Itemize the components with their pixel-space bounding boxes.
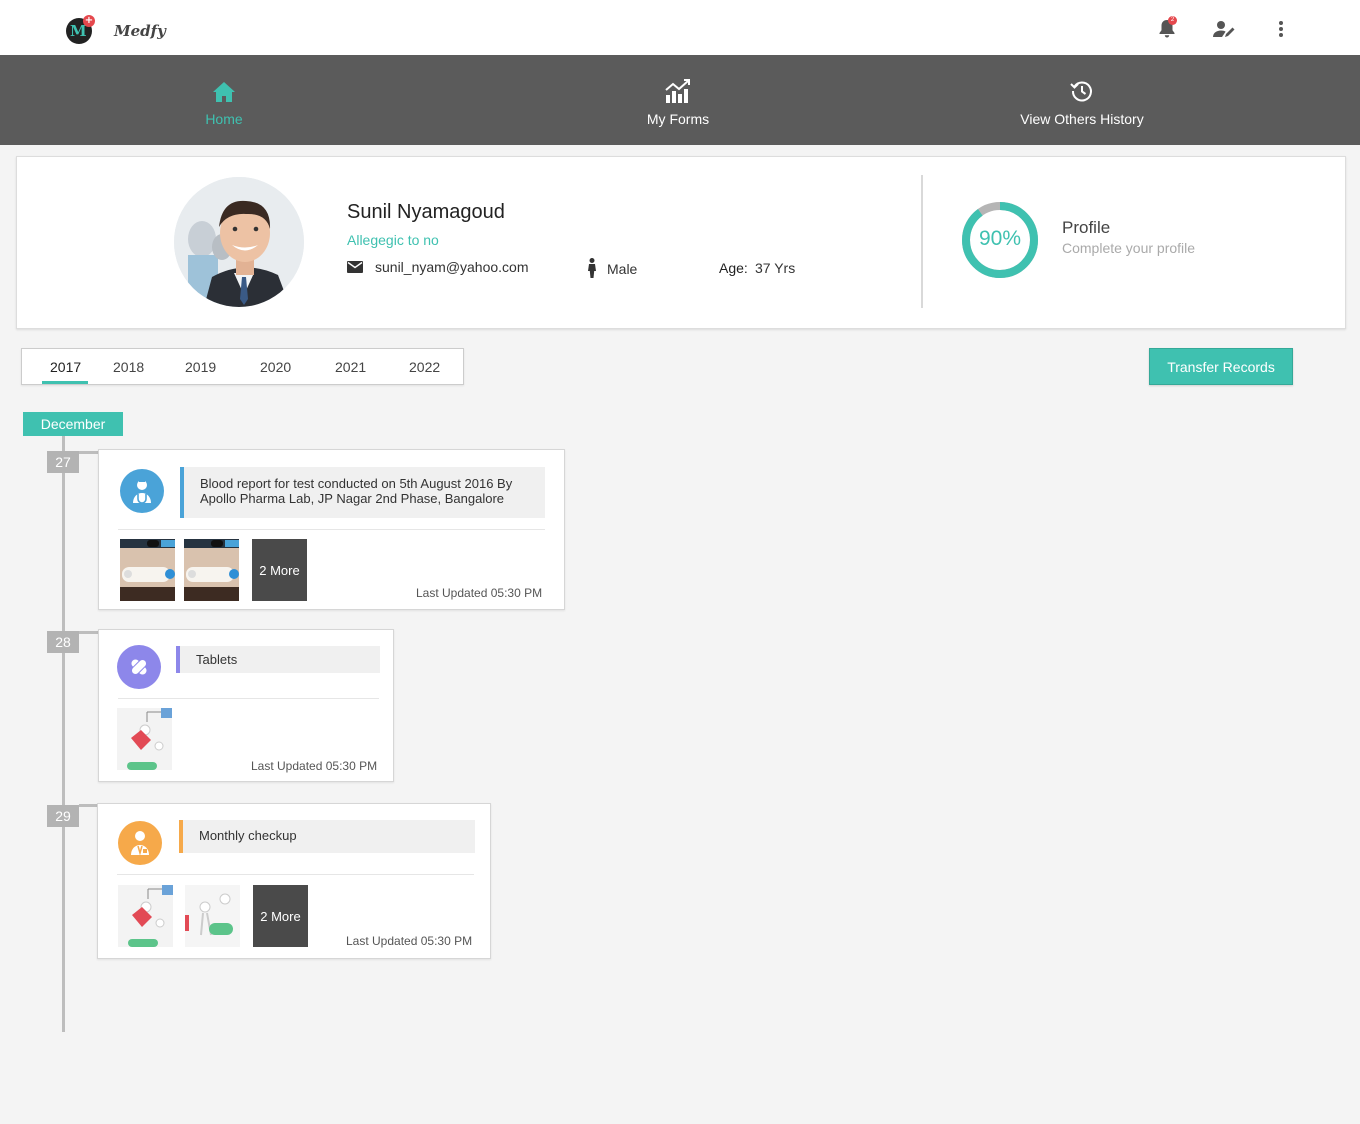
last-updated: Last Updated 05:30 PM [346, 934, 473, 948]
avatar[interactable] [174, 177, 304, 307]
nav-view-others-history-label: View Others History [1020, 111, 1144, 127]
profile-divider [921, 175, 923, 308]
report-thumbnail[interactable] [120, 539, 175, 601]
allergy-status: Allegegic to no [347, 232, 439, 248]
profile-title[interactable]: Profile [1062, 218, 1110, 238]
record-card[interactable]: Monthly checkup 2 More Last Updated 05:3… [97, 803, 491, 959]
home-icon [212, 79, 236, 103]
record-description: Tablets [176, 646, 380, 673]
more-attachments-label: 2 More [260, 908, 301, 924]
profile-completion-value: 90% [978, 227, 1022, 250]
tab-year-2017[interactable]: 2017 [50, 359, 81, 375]
record-card[interactable]: Blood report for test conducted on 5th A… [98, 449, 565, 610]
nav-view-others-history[interactable]: View Others History [1002, 55, 1162, 145]
user-edit-button[interactable] [1213, 18, 1235, 40]
patient-name: Sunil Nyamagoud [347, 201, 505, 223]
tab-year-2021[interactable]: 2021 [335, 359, 366, 375]
top-bar: M + Medfy 2 [0, 0, 1360, 55]
day-chip: 28 [47, 631, 79, 653]
medfy-logo[interactable]: M + [66, 15, 95, 44]
record-description: Monthly checkup [179, 820, 475, 853]
record-description: Blood report for test conducted on 5th A… [180, 467, 545, 518]
logo-plus-icon: + [83, 15, 95, 27]
notification-badge: 2 [1168, 16, 1177, 25]
timeline-connector [79, 631, 99, 634]
day-chip: 27 [47, 451, 79, 473]
more-attachments-label: 2 More [259, 562, 300, 578]
timeline-connector [79, 804, 99, 807]
nav-my-forms[interactable]: My Forms [618, 55, 738, 145]
history-icon [1070, 79, 1094, 103]
tab-year-2018[interactable]: 2018 [113, 359, 144, 375]
nav-home-label: Home [205, 111, 243, 127]
record-description-line: Blood report for test conducted on 5th A… [200, 476, 513, 491]
main-nav: Home My Forms View Others History [0, 55, 1360, 145]
card-divider [118, 698, 379, 699]
last-updated: Last Updated 05:30 PM [251, 759, 378, 773]
chart-icon [665, 79, 691, 103]
patient-email: sunil_nyam@yahoo.com [375, 259, 529, 275]
selected-year-indicator [42, 381, 88, 384]
record-card[interactable]: Tablets Last Updated 05:30 PM [98, 629, 394, 782]
report-thumbnail[interactable] [185, 885, 240, 947]
more-attachments-button[interactable]: 2 More [252, 539, 307, 601]
profile-card: Sunil Nyamagoud Allegegic to no sunil_ny… [16, 156, 1346, 329]
timeline-line [62, 436, 65, 1032]
report-thumbnail[interactable] [117, 708, 172, 770]
card-divider [117, 874, 474, 875]
card-divider [118, 529, 545, 530]
year-tabs: 2017 2018 2019 2020 2021 2022 [21, 348, 464, 385]
patient-gender: Male [607, 261, 638, 277]
tab-year-2020[interactable]: 2020 [260, 359, 291, 375]
nav-my-forms-label: My Forms [646, 111, 710, 127]
timeline-connector [79, 451, 99, 454]
record-description-line: Apollo Pharma Lab, JP Nagar 2nd Phase, B… [200, 491, 505, 506]
tab-year-2019[interactable]: 2019 [185, 359, 216, 375]
record-description-line: Monthly checkup [199, 828, 297, 843]
record-description-line: Tablets [196, 652, 238, 667]
patient-age: 37 Yrs [755, 260, 796, 276]
pills-icon [117, 645, 161, 689]
month-label: December [23, 412, 123, 436]
male-icon [588, 258, 596, 278]
doctor-icon [120, 469, 164, 513]
more-attachments-button[interactable]: 2 More [253, 885, 308, 947]
report-thumbnail[interactable] [118, 885, 173, 947]
more-vert-icon [1279, 21, 1283, 37]
user-edit-icon [1213, 21, 1235, 37]
nav-home[interactable]: Home [174, 55, 274, 145]
day-chip: 29 [47, 805, 79, 827]
report-thumbnail[interactable] [184, 539, 239, 601]
complete-profile-link[interactable]: Complete your profile [1062, 240, 1195, 256]
more-menu-button[interactable] [1270, 18, 1292, 40]
email-icon [347, 261, 363, 273]
transfer-records-button[interactable]: Transfer Records [1149, 348, 1293, 385]
last-updated: Last Updated 05:30 PM [416, 586, 543, 600]
notifications-button[interactable]: 2 [1156, 16, 1178, 40]
age-label: Age: [719, 260, 748, 276]
checkup-icon [118, 821, 162, 865]
tab-year-2022[interactable]: 2022 [409, 359, 440, 375]
brand-name: Medfy [114, 22, 166, 40]
